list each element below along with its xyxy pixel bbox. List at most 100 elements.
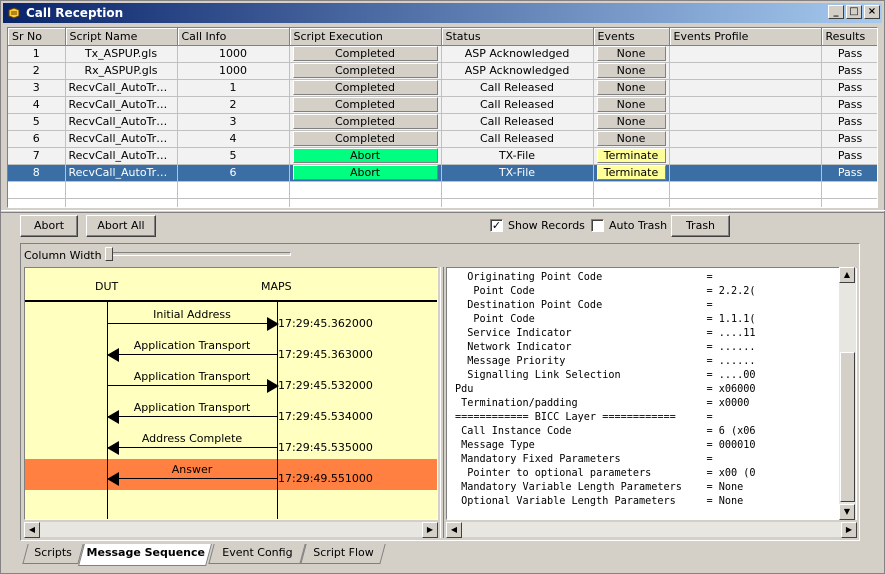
scroll-down-icon[interactable]: ▼ [839, 504, 855, 520]
column-header[interactable]: Status [441, 28, 594, 46]
scroll-right-icon[interactable]: ▶ [422, 522, 438, 538]
cell-name: RecvCall_AutoTraffic... [65, 130, 178, 148]
column-width-slider-track[interactable] [107, 252, 291, 256]
cell-sr: 4 [8, 96, 66, 114]
events-button[interactable]: None [596, 46, 666, 61]
cell-events: None [593, 113, 670, 131]
execution-status-button[interactable]: Completed [292, 46, 438, 61]
events-button[interactable]: None [596, 80, 666, 95]
abort-button[interactable]: Abort [20, 215, 78, 237]
message-timestamp: 17:29:45.363000 [278, 348, 373, 361]
column-header[interactable]: Events Profile [669, 28, 822, 46]
column-header[interactable]: Sr No [8, 28, 66, 46]
message-arrow-line [107, 416, 277, 417]
cell-name: RecvCall_AutoTraffic... [65, 96, 178, 114]
auto-trash-checkbox[interactable]: Auto Trash [591, 217, 667, 233]
events-button[interactable]: None [596, 63, 666, 78]
message-arrow-line [107, 385, 277, 386]
table-row[interactable]: 4RecvCall_AutoTraffic...2CompletedCall R… [8, 96, 877, 114]
cell-info: 5 [177, 147, 290, 165]
column-width-label: Column Width [24, 249, 102, 262]
execution-status-button[interactable]: Completed [292, 97, 438, 112]
column-header[interactable]: Call Info [177, 28, 290, 46]
events-button[interactable]: Terminate [596, 165, 666, 180]
dut-label: DUT [95, 280, 119, 293]
events-button[interactable]: None [596, 114, 666, 129]
cell-result: Pass [821, 62, 877, 80]
detail-vscrollbar[interactable]: ▲ ▼ [839, 267, 856, 520]
tab-message-sequence[interactable]: Message Sequence [78, 544, 212, 566]
scroll-left-icon[interactable]: ◀ [446, 522, 462, 538]
sequence-message-row[interactable]: Application Transport 17:29:45.363000 [25, 335, 437, 366]
cell-name: Rx_ASPUP.gls [65, 62, 178, 80]
execution-status-button[interactable]: Completed [292, 114, 438, 129]
table-row[interactable]: 8RecvCall_AutoTraffic...6AbortTX-FileTer… [8, 164, 877, 182]
events-button[interactable]: Terminate [596, 148, 666, 163]
tab-scripts[interactable]: Scripts [22, 544, 84, 564]
arrow-left-icon [107, 410, 119, 424]
table-row[interactable]: 2 Rx_ASPUP.gls 1000 Completed ASP Acknowledg… [8, 62, 877, 80]
minimize-icon[interactable]: _ [828, 5, 844, 19]
column-header[interactable]: Script Name [65, 28, 178, 46]
cell-info: 1000 [177, 62, 290, 80]
auto-trash-check-icon[interactable] [591, 218, 604, 232]
column-width-slider-thumb[interactable] [105, 247, 113, 261]
show-records-check-icon[interactable]: ✓ [490, 218, 503, 232]
table-row[interactable]: 1 Tx_ASPUP.gls 1000 Completed ASP Acknowledg… [8, 45, 877, 63]
grid-header-row: Sr No Script Name Call Info Script Execu… [8, 28, 877, 46]
sequence-message-row[interactable]: Initial Address 17:29:45.362000 [25, 304, 437, 335]
scroll-up-icon[interactable]: ▲ [839, 267, 855, 283]
tab-script-flow[interactable]: Script Flow [300, 544, 386, 564]
table-row[interactable]: 3RecvCall_AutoTraffic...1CompletedCall R… [8, 79, 877, 97]
sequence-message-row[interactable]: Address Complete 17:29:45.535000 [25, 428, 437, 459]
show-records-checkbox[interactable]: ✓ Show Records [490, 217, 585, 233]
cell-profile [669, 113, 822, 131]
message-timestamp: 17:29:45.362000 [278, 317, 373, 330]
table-row[interactable]: 6RecvCall_AutoTraffic...4CompletedCall R… [8, 130, 877, 148]
execution-status-button[interactable]: Completed [292, 63, 438, 78]
column-header[interactable]: Script Execution [289, 28, 442, 46]
title-bar[interactable]: Call Reception _ □ × [3, 3, 882, 23]
close-icon[interactable]: × [864, 5, 880, 19]
cell-profile [669, 130, 822, 148]
cell-name: RecvCall_AutoTraffic... [65, 113, 178, 131]
cell-name: Tx_ASPUP.gls [65, 45, 178, 63]
message-detail-panel[interactable]: Originating Point Code = Point Code = 2.… [446, 267, 857, 520]
splitter-horizontal[interactable] [1, 210, 885, 213]
cell-exec: Completed [289, 45, 442, 63]
sequence-message-row[interactable]: Answer 17:29:49.551000 [25, 459, 437, 490]
splitter-vertical[interactable] [440, 267, 444, 538]
dut-lifeline [107, 302, 108, 519]
execution-status-button[interactable]: Completed [292, 80, 438, 95]
table-row[interactable]: 5RecvCall_AutoTraffic...3CompletedCall R… [8, 113, 877, 131]
cell-exec: Completed [289, 62, 442, 80]
cell-events: Terminate [593, 164, 670, 182]
detail-hscrollbar[interactable]: ◀ ▶ [446, 521, 857, 538]
events-button[interactable]: None [596, 97, 666, 112]
column-header[interactable]: Events [593, 28, 670, 46]
cell-name: RecvCall_AutoTraffic... [65, 147, 178, 165]
events-button[interactable]: None [596, 131, 666, 146]
message-timestamp: 17:29:45.535000 [278, 441, 373, 454]
trash-button[interactable]: Trash [671, 215, 730, 237]
scroll-left-icon[interactable]: ◀ [24, 522, 40, 538]
cell-sr: 3 [8, 79, 66, 97]
scroll-right-icon[interactable]: ▶ [841, 522, 857, 538]
execution-status-button[interactable]: Abort [292, 165, 438, 180]
tab-event-config[interactable]: Event Config [208, 544, 306, 564]
sequence-hscrollbar[interactable]: ◀ ▶ [24, 521, 438, 538]
message-arrow-line [107, 323, 277, 324]
message-label: Address Complete [141, 432, 243, 445]
abort-all-button[interactable]: Abort All [86, 215, 156, 237]
message-timestamp: 17:29:45.534000 [278, 410, 373, 423]
cell-result: Pass [821, 147, 877, 165]
sequence-message-row[interactable]: Application Transport 17:29:45.532000 [25, 366, 437, 397]
cell-result: Pass [821, 164, 877, 182]
table-row[interactable]: 7RecvCall_AutoTraffic...5AbortTX-FileTer… [8, 147, 877, 165]
detail-scroll-thumb[interactable] [840, 352, 855, 502]
maximize-icon[interactable]: □ [846, 5, 862, 19]
execution-status-button[interactable]: Completed [292, 131, 438, 146]
sequence-message-row[interactable]: Application Transport 17:29:45.534000 [25, 397, 437, 428]
execution-status-button[interactable]: Abort [292, 148, 438, 163]
column-header[interactable]: Results [821, 28, 877, 46]
